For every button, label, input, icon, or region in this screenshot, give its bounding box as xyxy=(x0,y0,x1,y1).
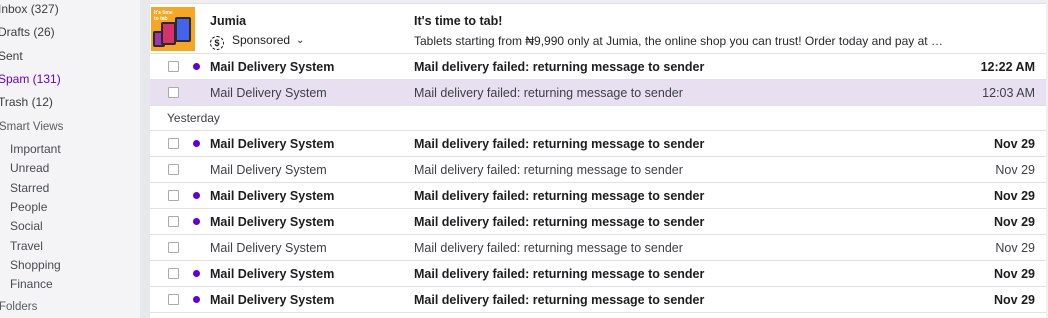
sponsored-label[interactable]: $ Sponsored ⌄ xyxy=(210,32,304,50)
message-sender: Mail Delivery System xyxy=(210,293,335,307)
message-sender: Mail Delivery System xyxy=(210,215,335,229)
sidebar-item-important[interactable]: Important xyxy=(10,139,61,159)
message-date: Nov 29 xyxy=(994,267,1035,281)
sidebar-item-finance[interactable]: Finance xyxy=(10,274,53,294)
message-row[interactable]: Mail Delivery System Mail delivery faile… xyxy=(150,235,1048,261)
message-subject: Mail delivery failed: returning message … xyxy=(414,86,683,100)
message-sender: Mail Delivery System xyxy=(210,163,327,177)
smart-views-heading: Smart Views xyxy=(0,121,64,133)
message-row[interactable]: Mail Delivery System Mail delivery faile… xyxy=(150,183,1048,209)
message-row[interactable]: Mail Delivery System Mail delivery faile… xyxy=(150,287,1048,313)
sponsored-dollar-icon: $ xyxy=(210,36,224,50)
message-date: Nov 29 xyxy=(994,137,1035,151)
message-date: Nov 29 xyxy=(994,215,1035,229)
sidebar-item-sent[interactable]: Sent xyxy=(0,46,23,66)
list-top-strip xyxy=(150,0,1048,4)
pane-divider[interactable] xyxy=(140,0,150,318)
ad-thumbnail-text: It's time to tab xyxy=(154,10,173,22)
tablet-graphic xyxy=(175,17,191,42)
message-row[interactable]: Mail Delivery System Mail delivery faile… xyxy=(150,157,1048,183)
message-sender: Mail Delivery System xyxy=(210,189,335,203)
sidebar-item-social[interactable]: Social xyxy=(10,216,43,236)
tablet-graphic xyxy=(161,22,176,45)
message-row[interactable]: Mail Delivery System Mail delivery faile… xyxy=(150,131,1048,157)
sidebar-item-spam[interactable]: Spam (131) xyxy=(0,69,61,89)
checkbox-icon[interactable] xyxy=(168,268,179,279)
message-row[interactable]: Mail Delivery System Mail delivery faile… xyxy=(150,54,1048,80)
message-subject: Mail delivery failed: returning message … xyxy=(414,241,683,255)
message-row[interactable]: Mail Delivery System Mail delivery faile… xyxy=(150,80,1048,106)
ad-sender: Jumia xyxy=(210,14,247,28)
message-subject: Mail delivery failed: returning message … xyxy=(414,137,705,151)
date-group-label: Yesterday xyxy=(167,111,220,125)
message-row[interactable]: Mail Delivery System Mail delivery faile… xyxy=(150,209,1048,235)
date-group-header: Yesterday xyxy=(150,106,1048,131)
sidebar-item-drafts[interactable]: Drafts (26) xyxy=(0,22,55,42)
checkbox-icon[interactable] xyxy=(168,242,179,253)
sponsored-text: Sponsored xyxy=(232,33,291,47)
sidebar-item-trash[interactable]: Trash (12) xyxy=(0,92,53,112)
checkbox-icon[interactable] xyxy=(168,294,179,305)
message-date: Nov 29 xyxy=(994,293,1035,307)
message-subject: Mail delivery failed: returning message … xyxy=(414,293,705,307)
ad-body: Tablets starting from ₦9,990 only at Jum… xyxy=(414,34,944,48)
message-sender: Mail Delivery System xyxy=(210,267,335,281)
ad-thumbnail-image[interactable]: It's time to tab xyxy=(151,7,195,51)
unread-dot-icon[interactable] xyxy=(193,218,200,225)
message-sender: Mail Delivery System xyxy=(210,86,327,100)
checkbox-icon[interactable] xyxy=(168,138,179,149)
message-subject: Mail delivery failed: returning message … xyxy=(414,215,705,229)
message-sender: Mail Delivery System xyxy=(210,137,335,151)
message-sender: Mail Delivery System xyxy=(210,241,327,255)
checkbox-icon[interactable] xyxy=(168,190,179,201)
sidebar-item-inbox[interactable]: Inbox (327) xyxy=(0,0,59,19)
sponsored-ad-row[interactable]: It's time to tab Jumia $ Sponsored ⌄ It's … xyxy=(150,5,1048,54)
unread-dot-icon[interactable] xyxy=(193,140,200,147)
message-row[interactable]: Mail Delivery System Mail delivery faile… xyxy=(150,261,1048,287)
message-subject: Mail delivery failed: returning message … xyxy=(414,189,705,203)
message-date: 12:03 AM xyxy=(982,86,1035,100)
sidebar: Inbox (327) Drafts (26) Sent Spam (131) … xyxy=(0,0,140,318)
sidebar-item-travel[interactable]: Travel xyxy=(10,236,43,256)
folders-heading[interactable]: Folders xyxy=(0,297,37,317)
message-subject: Mail delivery failed: returning message … xyxy=(414,60,705,74)
message-date: Nov 29 xyxy=(995,241,1035,255)
checkbox-icon[interactable] xyxy=(168,87,179,98)
message-list: It's time to tab Jumia $ Sponsored ⌄ It's … xyxy=(150,0,1048,318)
checkbox-icon[interactable] xyxy=(168,216,179,227)
sidebar-item-shopping[interactable]: Shopping xyxy=(10,255,61,275)
checkbox-icon[interactable] xyxy=(168,61,179,72)
unread-dot-icon[interactable] xyxy=(193,270,200,277)
sidebar-item-starred[interactable]: Starred xyxy=(10,178,49,198)
message-sender: Mail Delivery System xyxy=(210,60,335,74)
message-date: Nov 29 xyxy=(994,189,1035,203)
message-subject: Mail delivery failed: returning message … xyxy=(414,163,683,177)
unread-dot-icon[interactable] xyxy=(193,296,200,303)
sidebar-item-unread[interactable]: Unread xyxy=(10,158,49,178)
sidebar-item-people[interactable]: People xyxy=(10,197,47,217)
checkbox-icon[interactable] xyxy=(168,164,179,175)
message-date: 12:22 AM xyxy=(980,60,1035,74)
ad-title: It's time to tab! xyxy=(414,14,503,28)
chevron-down-icon[interactable]: ⌄ xyxy=(296,33,304,49)
unread-dot-icon[interactable] xyxy=(193,192,200,199)
message-date: Nov 29 xyxy=(995,163,1035,177)
message-subject: Mail delivery failed: returning message … xyxy=(414,267,705,281)
unread-dot-icon[interactable] xyxy=(193,63,200,70)
